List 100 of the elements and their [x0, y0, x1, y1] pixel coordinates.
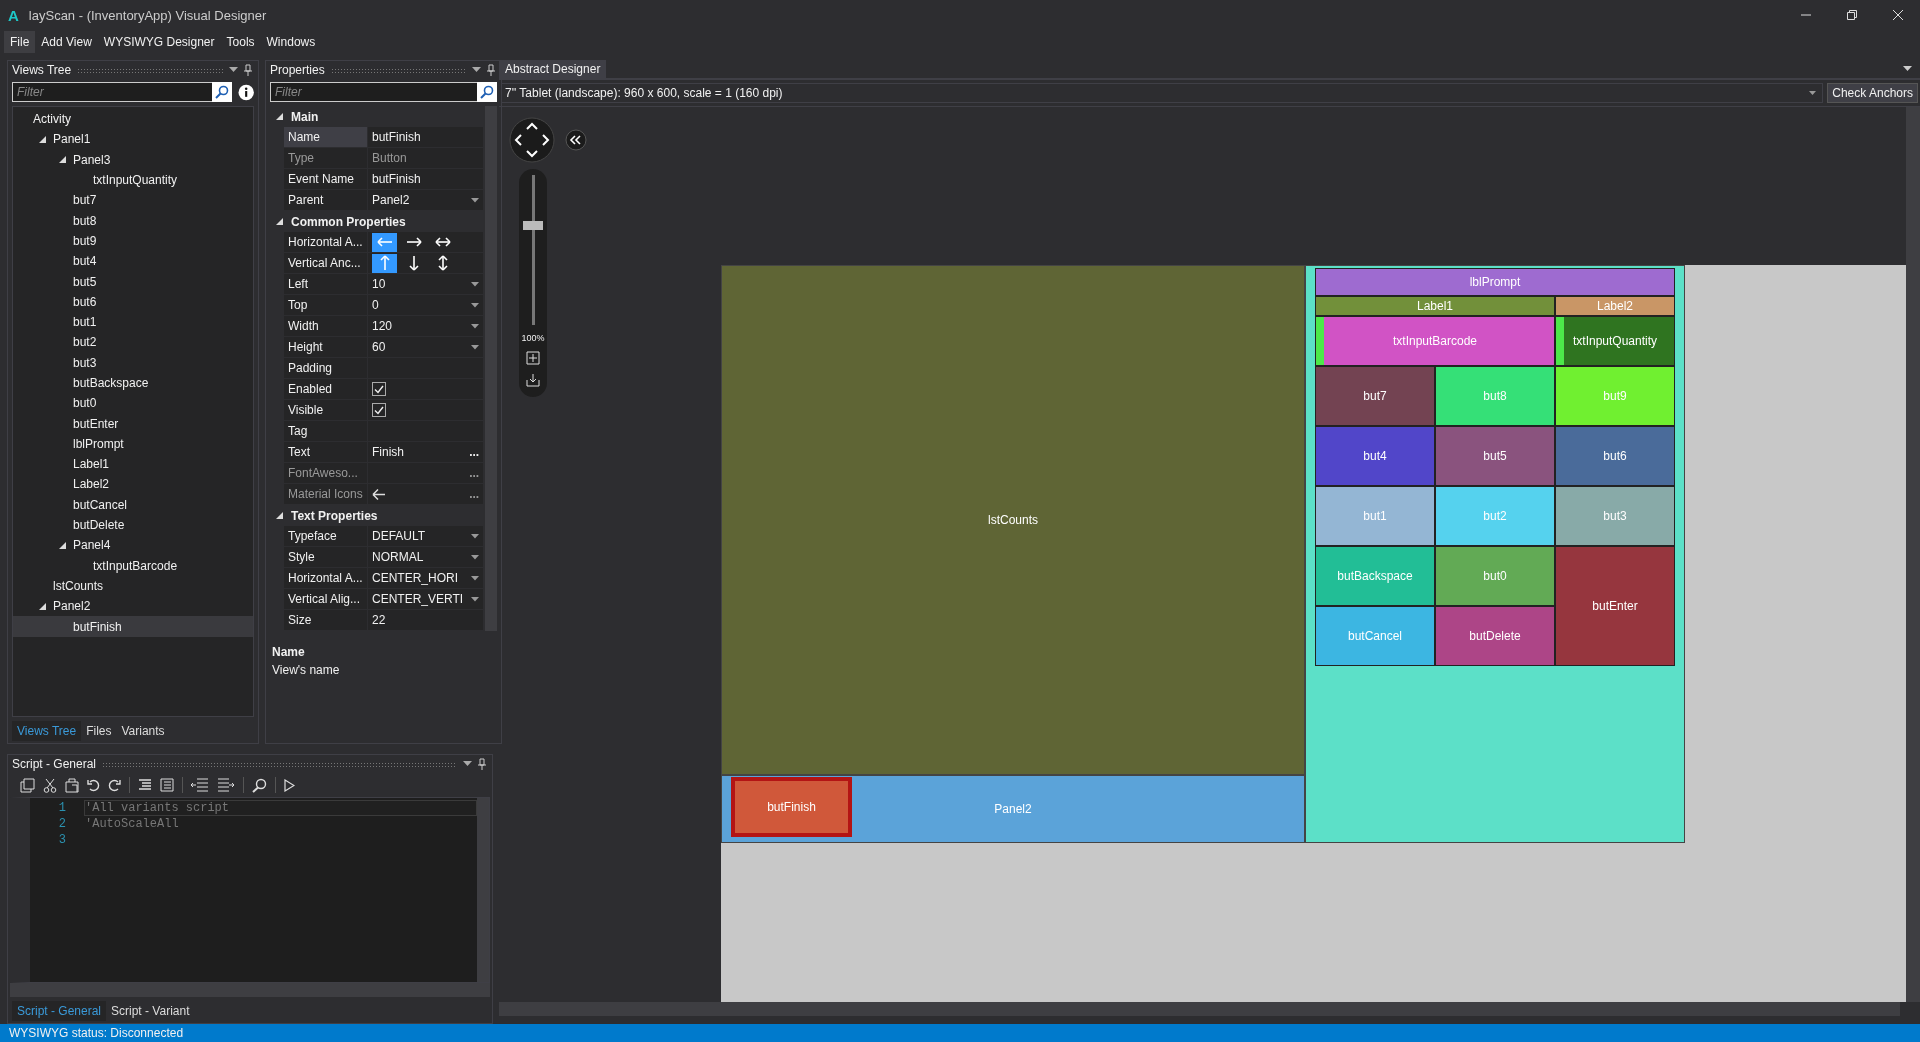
- scrollbar[interactable]: [10, 983, 490, 997]
- property-value[interactable]: DEFAULT: [372, 529, 426, 543]
- tree-item[interactable]: butEnter: [73, 416, 119, 431]
- scissors-icon[interactable]: [43, 777, 57, 793]
- property-name[interactable]: Typeface: [284, 526, 368, 546]
- tree-item[interactable]: Label1: [73, 457, 110, 472]
- restore-icon[interactable]: [1846, 9, 1858, 21]
- pin-icon[interactable]: [487, 64, 496, 76]
- menu-item[interactable]: File: [4, 31, 36, 53]
- copy-icon[interactable]: [20, 777, 35, 793]
- tree-item[interactable]: but5: [73, 274, 97, 289]
- indent-icon[interactable]: [217, 778, 235, 792]
- scrollbar[interactable]: [499, 1002, 1900, 1016]
- text-input-view[interactable]: txtInputBarcode: [1316, 317, 1554, 365]
- device-dropdown[interactable]: 7'' Tablet (landscape): 960 x 600, scale = 1 (160 dpi): [501, 83, 1824, 103]
- tree-item[interactable]: txtInputQuantity: [93, 173, 178, 188]
- tree-item[interactable]: Panel4: [73, 538, 111, 553]
- dropdown-icon[interactable]: [471, 197, 480, 203]
- property-value[interactable]: 120: [372, 319, 393, 333]
- property-value[interactable]: butFinish: [372, 130, 421, 144]
- tree-item[interactable]: Panel2: [53, 599, 91, 614]
- property-name[interactable]: Event Name: [284, 169, 368, 189]
- property-value[interactable]: NORMAL: [372, 550, 424, 564]
- dropdown-icon[interactable]: [1809, 90, 1817, 96]
- search-icon[interactable]: [477, 82, 498, 102]
- property-name[interactable]: Height: [284, 337, 368, 357]
- button-view[interactable]: but5: [1436, 427, 1554, 485]
- list-icon[interactable]: [138, 778, 152, 792]
- scrollbar[interactable]: [1906, 107, 1920, 1002]
- fit-icon[interactable]: [526, 351, 540, 365]
- property-name[interactable]: Width: [284, 316, 368, 336]
- tree-item[interactable]: but3: [73, 355, 97, 370]
- info-icon[interactable]: [237, 83, 254, 101]
- paste-icon[interactable]: [65, 777, 79, 793]
- download-icon[interactable]: [526, 373, 540, 387]
- redo-icon[interactable]: [108, 778, 121, 792]
- property-name[interactable]: Top: [284, 295, 368, 315]
- pin-icon[interactable]: [478, 758, 486, 770]
- property-value[interactable]: 10: [372, 277, 386, 291]
- tree-item[interactable]: butBackspace: [73, 376, 149, 390]
- button-view[interactable]: but4: [1316, 427, 1434, 485]
- tree-item[interactable]: Panel1: [53, 132, 91, 147]
- property-value[interactable]: butFinish: [372, 172, 421, 186]
- dropdown-icon[interactable]: [229, 67, 238, 73]
- button-view[interactable]: butEnter: [1556, 547, 1674, 665]
- property-name[interactable]: Horizontal A...: [284, 568, 368, 588]
- dropdown-icon[interactable]: [471, 302, 480, 308]
- expanded-icon[interactable]: [39, 135, 46, 143]
- property-value[interactable]: Finish: [372, 445, 404, 459]
- tree-item[interactable]: but0: [73, 396, 97, 411]
- panel-tab[interactable]: Files: [81, 721, 117, 741]
- dropdown-icon[interactable]: [471, 323, 480, 329]
- button-view[interactable]: but7: [1316, 367, 1434, 425]
- expanded-icon[interactable]: [276, 218, 283, 225]
- dropdown-icon[interactable]: [471, 596, 480, 602]
- tree-item[interactable]: butDelete: [73, 518, 125, 533]
- panel-tab[interactable]: Script - General: [12, 1001, 107, 1021]
- arrow-left-icon[interactable]: [372, 232, 397, 252]
- dropdown-icon[interactable]: [471, 281, 480, 287]
- property-value[interactable]: CENTER_HORI: [372, 571, 458, 585]
- search-icon[interactable]: [252, 777, 267, 793]
- check-anchors-button[interactable]: Check Anchors: [1827, 83, 1918, 103]
- checkbox[interactable]: [372, 382, 386, 396]
- property-value[interactable]: 0: [372, 298, 379, 312]
- menu-item[interactable]: Windows: [260, 31, 322, 53]
- tree-item[interactable]: but7: [73, 193, 97, 208]
- label-view[interactable]: lblPrompt: [1316, 269, 1674, 295]
- undo-icon[interactable]: [87, 778, 100, 792]
- dropdown-icon[interactable]: [472, 67, 482, 73]
- panel-view[interactable]: lblPrompt Label1 Label2 txtInputBarcode txtInputQuantity but7 but8 but9 but4 but5 but6 but1 but2 but3 butBackspace but0 butEnter butCancel butDelete: [1305, 265, 1685, 843]
- property-name[interactable]: Size: [284, 610, 368, 630]
- dropdown-icon[interactable]: [1903, 66, 1912, 72]
- collapse-icon[interactable]: [565, 129, 587, 151]
- tree-item[interactable]: but9: [73, 233, 97, 248]
- tree-item[interactable]: butFinish: [73, 619, 122, 634]
- tree-item[interactable]: but1: [73, 315, 97, 330]
- pin-icon[interactable]: [244, 64, 252, 76]
- list-view[interactable]: lstCounts: [721, 265, 1305, 775]
- menu-item[interactable]: Add View: [35, 31, 98, 53]
- property-value[interactable]: 60: [372, 340, 386, 354]
- search-icon[interactable]: [211, 82, 232, 102]
- tree-item[interactable]: lstCounts: [53, 578, 104, 593]
- tree-item[interactable]: Activity: [33, 112, 71, 127]
- tree-item[interactable]: Label2: [73, 477, 110, 492]
- tree-item[interactable]: but2: [73, 335, 97, 350]
- tree-item[interactable]: butCancel: [73, 497, 128, 512]
- expanded-icon[interactable]: [39, 602, 46, 610]
- dropdown-icon[interactable]: [471, 554, 480, 560]
- outdent-icon[interactable]: [191, 778, 209, 792]
- play-icon[interactable]: [284, 778, 295, 792]
- button-view[interactable]: butFinish: [731, 777, 852, 837]
- property-value[interactable]: Panel2: [372, 193, 410, 207]
- zoom-slider-thumb[interactable]: [522, 221, 543, 230]
- dropdown-icon[interactable]: [471, 344, 480, 350]
- checkbox[interactable]: [372, 403, 386, 417]
- filter-field[interactable]: Filter: [12, 82, 212, 102]
- document-icon[interactable]: [160, 778, 174, 792]
- expanded-icon[interactable]: [276, 512, 283, 519]
- scrollbar[interactable]: [477, 798, 489, 982]
- dropdown-icon[interactable]: [471, 575, 480, 581]
